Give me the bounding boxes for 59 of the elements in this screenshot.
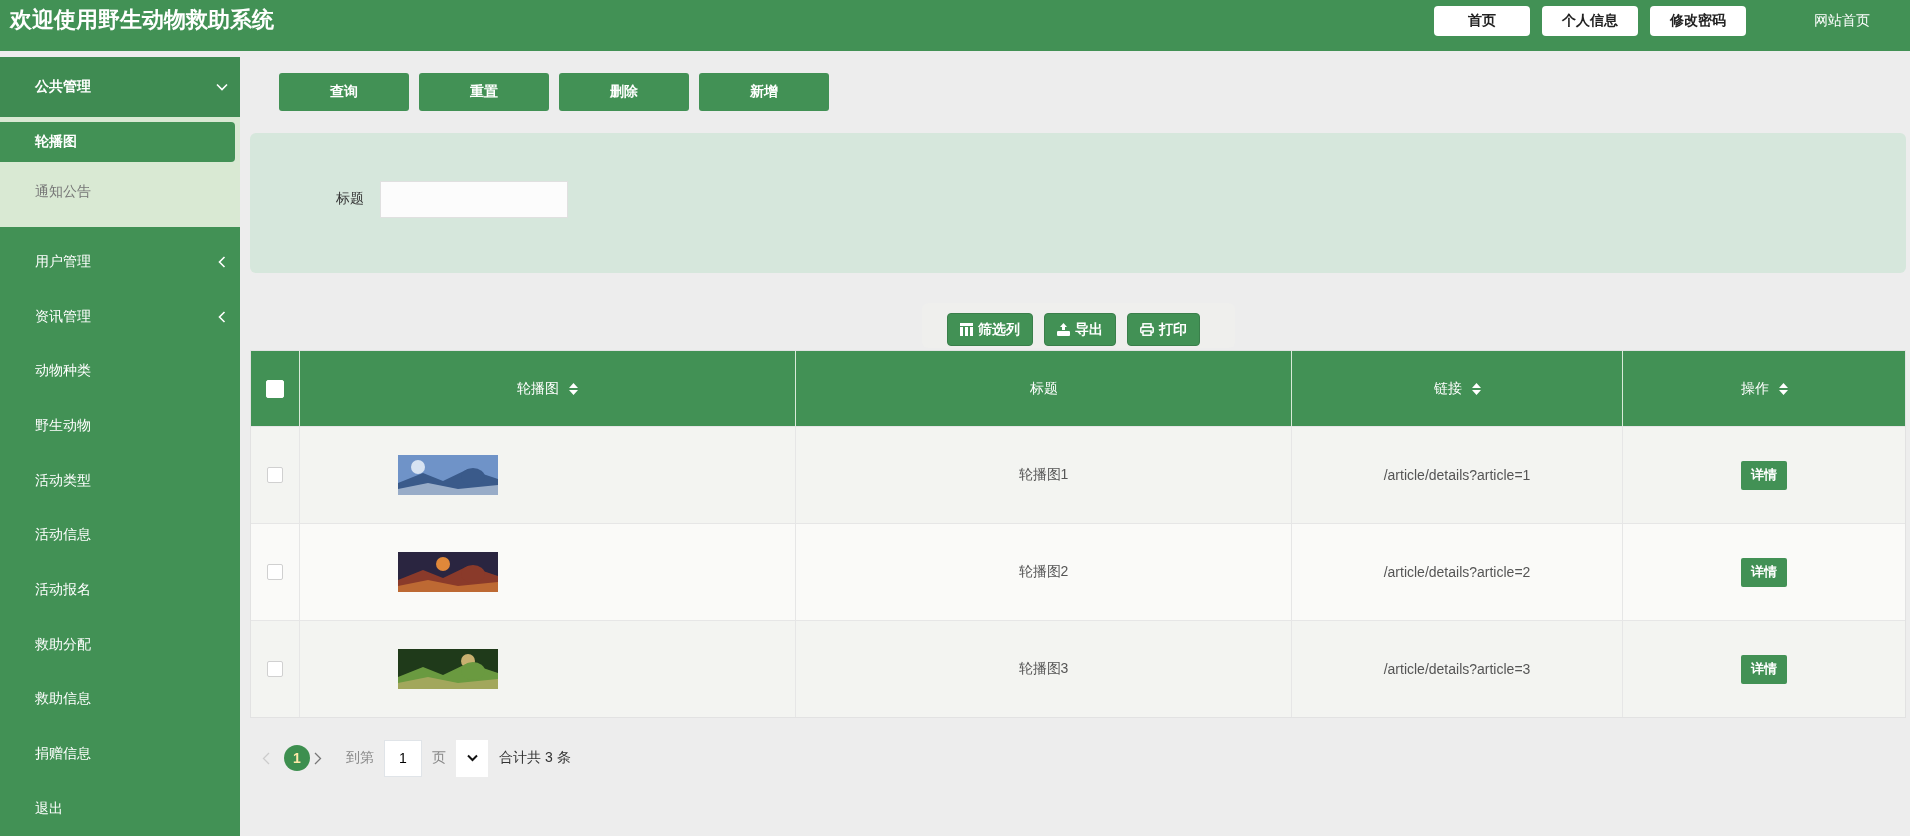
action-button[interactable]: 查询 (279, 73, 409, 111)
menu-group[interactable]: 公共管理 (0, 57, 240, 117)
details-button[interactable]: 详情 (1741, 557, 1787, 587)
column-header[interactable]: 操作 (1740, 379, 1769, 398)
goto-label: 到第 (346, 749, 374, 767)
menu-item[interactable]: 退出 (0, 781, 240, 836)
table-cell: /article/details?article=1 (1383, 467, 1531, 483)
table-cell: /article/details?article=3 (1383, 661, 1531, 677)
next-page-icon[interactable] (314, 751, 322, 765)
details-button[interactable]: 详情 (1741, 654, 1787, 684)
tool-button[interactable]: 导出 (1043, 313, 1116, 346)
app-title: 欢迎使用野生动物救助系统 (10, 6, 274, 34)
select-all-checkbox[interactable] (266, 379, 284, 398)
site-home-link[interactable]: 网站首页 (1814, 12, 1870, 30)
menu-item[interactable]: 活动信息 (0, 508, 240, 563)
menu-group[interactable]: 资讯管理 (0, 289, 240, 344)
menu-item[interactable]: 活动报名 (0, 562, 240, 618)
sort-icon[interactable] (569, 382, 578, 395)
table-cell: 轮播图1 (1018, 466, 1069, 484)
column-header[interactable]: 轮播图 (517, 379, 559, 398)
page-size-select[interactable] (456, 739, 488, 777)
export-icon (1056, 323, 1070, 336)
menu-item[interactable]: 活动类型 (0, 453, 240, 508)
row-checkbox[interactable] (267, 564, 283, 580)
menu-item[interactable]: 动物种类 (0, 344, 240, 399)
sort-icon[interactable] (1471, 382, 1481, 395)
tool-button[interactable]: 筛选列 (946, 313, 1033, 346)
columns-icon (959, 323, 973, 336)
field-label: 标题 (336, 190, 364, 208)
row-checkbox[interactable] (267, 467, 283, 483)
total-count: 合计共 3 条 (499, 749, 571, 767)
column-header[interactable]: 链接 (1433, 379, 1462, 398)
print-icon (1139, 323, 1154, 336)
submenu-item[interactable]: 轮播图 (0, 121, 235, 162)
tool-button[interactable]: 打印 (1126, 313, 1200, 346)
nav-button[interactable]: 个人信息 (1542, 6, 1638, 36)
menu-group[interactable]: 用户管理 (0, 234, 240, 290)
row-checkbox[interactable] (267, 661, 283, 677)
sort-icon[interactable] (1778, 382, 1788, 395)
chevron-down-icon (466, 754, 478, 762)
menu-item[interactable]: 救助信息 (0, 672, 240, 727)
submenu-item[interactable]: 通知公告 (0, 171, 235, 212)
nav-button[interactable]: 首页 (1434, 6, 1530, 36)
action-button[interactable]: 新增 (699, 73, 829, 111)
title-input-field[interactable] (380, 180, 568, 218)
action-button[interactable]: 删除 (559, 73, 689, 111)
column-header[interactable]: 标题 (1029, 379, 1058, 398)
table-cell: 轮播图3 (1018, 660, 1069, 678)
menu-item[interactable]: 野生动物 (0, 398, 240, 454)
menu-item[interactable]: 捐赠信息 (0, 726, 240, 782)
page-button[interactable]: 1 (284, 745, 310, 771)
nav-button[interactable]: 修改密码 (1650, 6, 1746, 36)
details-button[interactable]: 详情 (1741, 460, 1787, 490)
action-button[interactable]: 重置 (419, 73, 549, 111)
page-unit-label: 页 (432, 749, 446, 767)
table-cell: 轮播图2 (1018, 563, 1069, 581)
menu-item[interactable]: 救助分配 (0, 617, 240, 672)
page-input-field[interactable]: 1 (384, 739, 422, 777)
table-cell: /article/details?article=2 (1383, 564, 1531, 580)
